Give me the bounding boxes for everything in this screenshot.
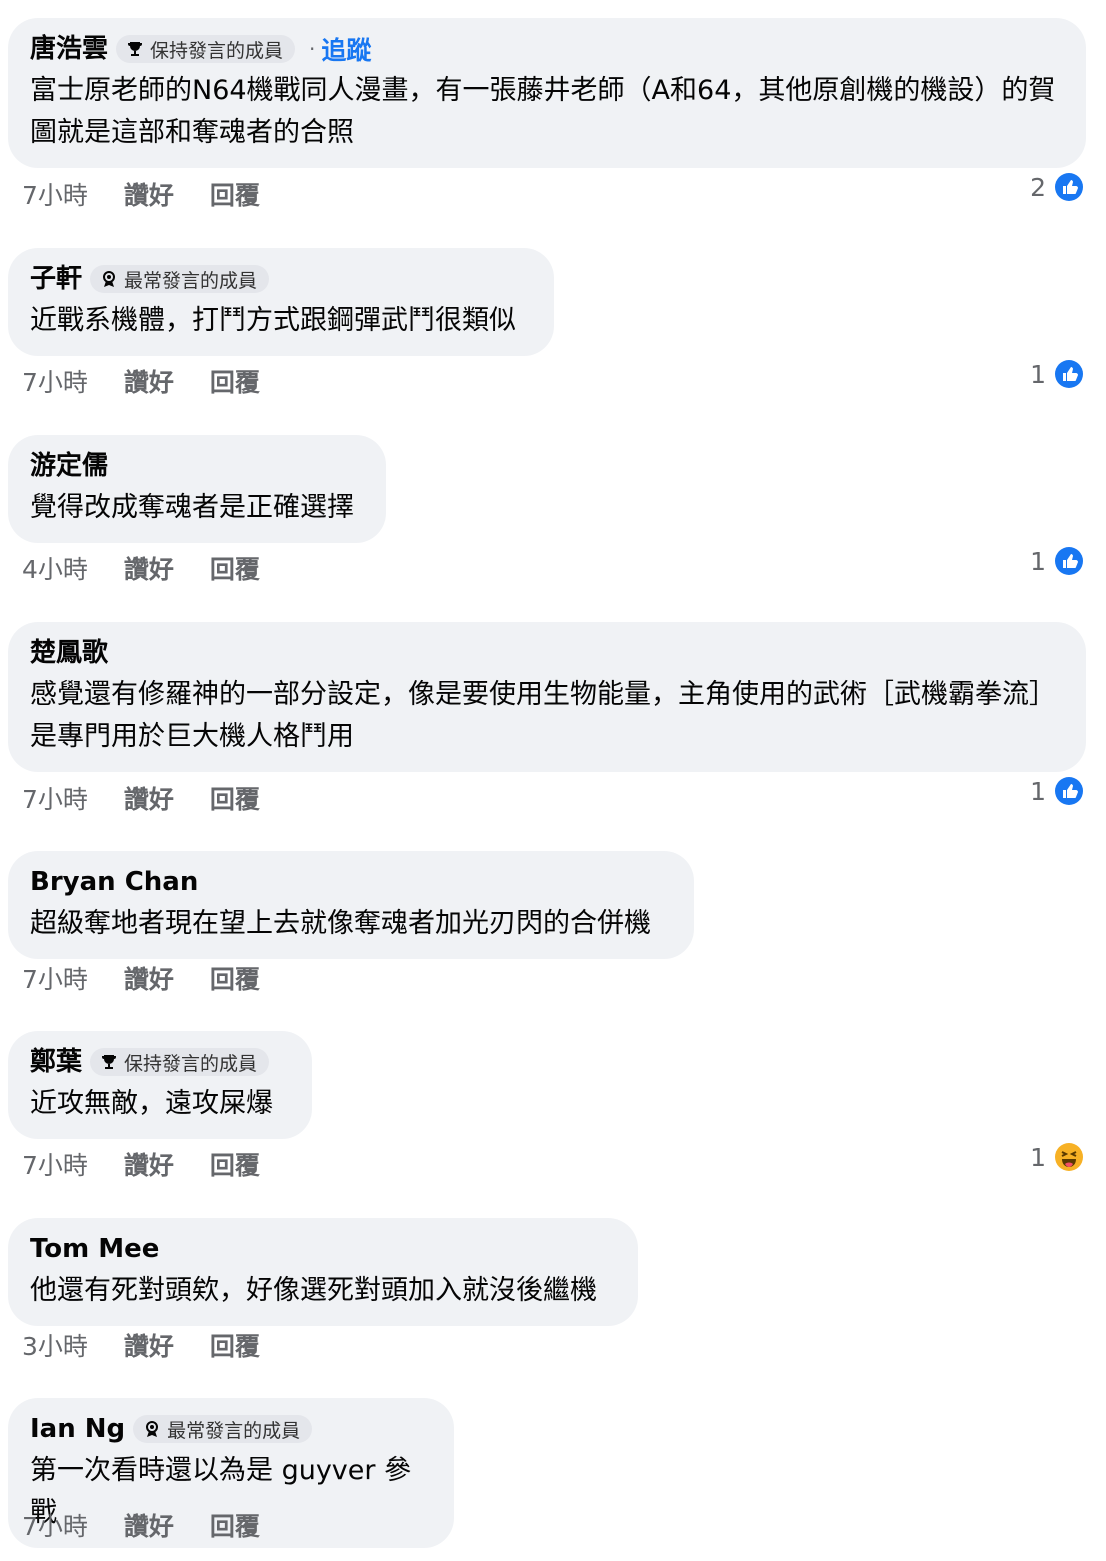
like-button[interactable]: 讚好 <box>124 1146 174 1182</box>
comment-author[interactable]: 游定儒 <box>30 449 108 483</box>
comment-author[interactable]: Bryan Chan <box>30 865 198 899</box>
comment-text: 近攻無敵，遠攻屎爆 <box>30 1088 273 1119</box>
like-button[interactable]: 讚好 <box>124 550 174 586</box>
reaction-summary[interactable]: 1 <box>1030 776 1084 806</box>
member-badge: 最常發言的成員 <box>133 1415 313 1443</box>
comment-bubble: Tom Mee 他還有死對頭欸，好像選死對頭加入就沒後繼機 <box>8 1218 638 1326</box>
reply-button[interactable]: 回覆 <box>210 960 260 996</box>
like-button[interactable]: 讚好 <box>124 1507 174 1543</box>
comment-text: 覺得改成奪魂者是正確選擇 <box>30 492 354 523</box>
reaction-count: 1 <box>1030 359 1046 389</box>
comment-author[interactable]: Ian Ng <box>30 1412 125 1446</box>
reply-button[interactable]: 回覆 <box>210 363 260 399</box>
trophy-icon <box>102 1055 117 1069</box>
comment-author[interactable]: 子軒 <box>30 262 82 296</box>
comment-text: 超級奪地者現在望上去就像奪魂者加光刃閃的合併機 <box>30 908 651 939</box>
reply-button[interactable]: 回覆 <box>210 1146 260 1182</box>
like-button[interactable]: 讚好 <box>124 1327 174 1363</box>
badge-label: 保持發言的成員 <box>124 1052 258 1075</box>
comment-time[interactable]: 7小時 <box>22 176 88 212</box>
comment-time[interactable]: 7小時 <box>22 780 88 816</box>
comment-bubble: Bryan Chan 超級奪地者現在望上去就像奪魂者加光刃閃的合併機 <box>8 851 694 959</box>
comment-author[interactable]: 鄭葉 <box>30 1045 82 1079</box>
member-badge: 保持發言的成員 <box>90 1048 270 1076</box>
medal-icon <box>146 1421 159 1437</box>
reaction-count: 1 <box>1030 1142 1046 1172</box>
comment-actions: 4小時 讚好 回覆 <box>22 550 296 586</box>
comment-text: 感覺還有修羅神的一部分設定，像是要使用生物能量，主角使用的武術［武機霸拳流］是專… <box>30 679 1056 752</box>
badge-label: 保持發言的成員 <box>150 39 284 62</box>
comment-actions: 7小時 讚好 回覆 <box>22 960 296 996</box>
comment-actions: 7小時 讚好 回覆 <box>22 1507 296 1543</box>
trophy-icon <box>128 42 143 56</box>
comment: 唐浩雲 保持發言的成員 · 追蹤 富士原老師的N64機戰同人漫畫，有一張藤井老師… <box>8 18 1086 168</box>
reply-button[interactable]: 回覆 <box>210 1507 260 1543</box>
like-button[interactable]: 讚好 <box>124 960 174 996</box>
reaction-summary[interactable]: 1 <box>1030 546 1084 576</box>
medal-icon <box>103 271 116 287</box>
comment: Bryan Chan 超級奪地者現在望上去就像奪魂者加光刃閃的合併機 <box>8 851 694 959</box>
comment: 游定儒 覺得改成奪魂者是正確選擇 <box>8 435 386 543</box>
reply-button[interactable]: 回覆 <box>210 1327 260 1363</box>
comment-time[interactable]: 7小時 <box>22 1146 88 1182</box>
badge-label: 最常發言的成員 <box>167 1419 301 1442</box>
member-badge: 保持發言的成員 <box>116 35 296 63</box>
like-reaction-icon <box>1055 777 1083 805</box>
follow-link[interactable]: 追蹤 <box>321 31 371 67</box>
reaction-count: 1 <box>1030 776 1046 806</box>
comment-actions: 3小時 讚好 回覆 <box>22 1327 296 1363</box>
comment-actions: 7小時 讚好 回覆 <box>22 176 296 212</box>
reaction-count: 1 <box>1030 546 1046 576</box>
comment: 子軒 最常發言的成員 近戰系機體，打鬥方式跟鋼彈武鬥很類似 <box>8 248 554 356</box>
comment-time[interactable]: 4小時 <box>22 550 88 586</box>
badge-label: 最常發言的成員 <box>124 269 258 292</box>
comment-actions: 7小時 讚好 回覆 <box>22 1146 296 1182</box>
comment-time[interactable]: 7小時 <box>22 363 88 399</box>
comment-text: 他還有死對頭欸，好像選死對頭加入就沒後繼機 <box>30 1275 597 1306</box>
separator-dot: · <box>309 37 316 61</box>
reaction-summary[interactable]: 2 <box>1030 172 1084 202</box>
reaction-summary[interactable]: 1 <box>1030 1142 1084 1172</box>
reply-button[interactable]: 回覆 <box>210 176 260 212</box>
comment-text: 富士原老師的N64機戰同人漫畫，有一張藤井老師（A和64，其他原創機的機設）的賀… <box>30 75 1056 148</box>
like-reaction-icon <box>1055 360 1083 388</box>
comment-actions: 7小時 讚好 回覆 <box>22 363 296 399</box>
comment-text: 近戰系機體，打鬥方式跟鋼彈武鬥很類似 <box>30 305 516 336</box>
reply-button[interactable]: 回覆 <box>210 550 260 586</box>
like-reaction-icon <box>1055 547 1083 575</box>
comment-bubble: 唐浩雲 保持發言的成員 · 追蹤 富士原老師的N64機戰同人漫畫，有一張藤井老師… <box>8 18 1086 168</box>
member-badge: 最常發言的成員 <box>90 265 270 293</box>
comment-actions: 7小時 讚好 回覆 <box>22 780 296 816</box>
comment-bubble: 楚鳳歌 感覺還有修羅神的一部分設定，像是要使用生物能量，主角使用的武術［武機霸拳… <box>8 622 1086 772</box>
like-reaction-icon <box>1055 173 1083 201</box>
comment-bubble: 鄭葉 保持發言的成員 近攻無敵，遠攻屎爆 <box>8 1031 312 1139</box>
comment: 鄭葉 保持發言的成員 近攻無敵，遠攻屎爆 <box>8 1031 312 1139</box>
comment-time[interactable]: 7小時 <box>22 1507 88 1543</box>
comment-author[interactable]: Tom Mee <box>30 1232 159 1266</box>
reaction-count: 2 <box>1030 172 1046 202</box>
like-button[interactable]: 讚好 <box>124 780 174 816</box>
like-button[interactable]: 讚好 <box>124 363 174 399</box>
comment-author[interactable]: 楚鳳歌 <box>30 636 108 670</box>
haha-reaction-icon <box>1055 1143 1083 1171</box>
comment-author[interactable]: 唐浩雲 <box>30 32 108 66</box>
like-button[interactable]: 讚好 <box>124 176 174 212</box>
comment-bubble: 游定儒 覺得改成奪魂者是正確選擇 <box>8 435 386 543</box>
reaction-summary[interactable]: 1 <box>1030 359 1084 389</box>
comment: Tom Mee 他還有死對頭欸，好像選死對頭加入就沒後繼機 <box>8 1218 638 1326</box>
reply-button[interactable]: 回覆 <box>210 780 260 816</box>
comment-bubble: 子軒 最常發言的成員 近戰系機體，打鬥方式跟鋼彈武鬥很類似 <box>8 248 554 356</box>
comment: 楚鳳歌 感覺還有修羅神的一部分設定，像是要使用生物能量，主角使用的武術［武機霸拳… <box>8 622 1086 772</box>
comment-time[interactable]: 7小時 <box>22 960 88 996</box>
comment-time[interactable]: 3小時 <box>22 1327 88 1363</box>
